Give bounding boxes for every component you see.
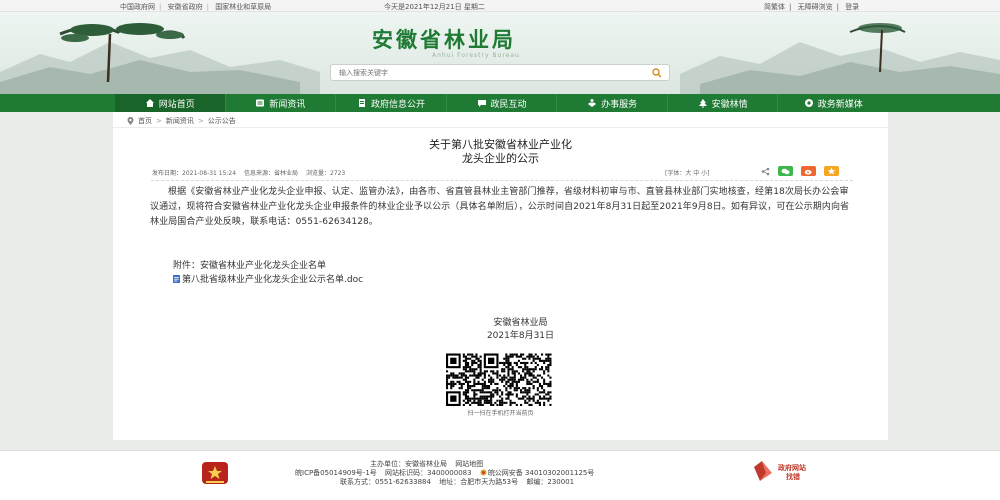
gov-site-error-report-icon[interactable]: 政府网站 找错 <box>752 459 822 483</box>
qr-code-image <box>446 353 552 406</box>
publish-date: 发布日期：2021-08-31 15:24 <box>152 170 237 177</box>
link-forestry-admin[interactable]: 国家林业和草原局 <box>215 3 271 11</box>
top-separator: | <box>159 3 162 11</box>
document-icon <box>358 99 365 107</box>
police-badge-icon <box>480 469 487 476</box>
nav-gov-info[interactable]: 政府信息公开 <box>336 94 447 112</box>
breadcrumb-separator: > <box>156 117 162 125</box>
share-bar <box>761 166 839 176</box>
search-icon[interactable] <box>652 68 662 78</box>
breadcrumb-separator: > <box>197 117 204 125</box>
main-nav: 网站首页 新闻资讯 政府信息公开 政民互动 办事服务 安徽林情 政务新媒体 <box>0 94 1000 112</box>
qr-caption: 扫一扫在手机打开当前页 <box>467 410 534 417</box>
link-simplified-traditional[interactable]: 简繁体 <box>764 3 785 11</box>
nav-new-media[interactable]: 政务新媒体 <box>778 94 888 112</box>
search-box <box>330 64 670 81</box>
attachment-filename: 第八批省级林业产业化龙头企业公示名单.doc <box>182 275 364 285</box>
footer-police-record[interactable]: 皖公网安备 34010302001125号 <box>480 469 601 477</box>
nav-home[interactable]: 网站首页 <box>115 94 226 112</box>
news-icon <box>256 99 265 107</box>
breadcrumb-notices[interactable]: 公示公告 <box>208 116 236 126</box>
breadcrumb-news[interactable]: 新闻资讯 <box>166 116 194 126</box>
site-title: 安徽省林业局 <box>372 27 516 52</box>
nav-interaction[interactable]: 政民互动 <box>447 94 558 112</box>
nav-forestry-status[interactable]: 安徽林情 <box>668 94 779 112</box>
article-panel: 关于第八批安徽省林业产业化 龙头企业的公示 发布日期：2021-08-31 15… <box>113 128 888 440</box>
breadcrumb-home[interactable]: 首页 <box>138 116 152 126</box>
footer-sitemap-link[interactable]: 网站地图 <box>455 460 483 468</box>
nav-label: 新闻资讯 <box>269 99 306 110</box>
nav-news[interactable]: 新闻资讯 <box>226 94 337 112</box>
tree-icon <box>698 99 707 108</box>
link-accessibility[interactable]: 无障碍浏览 <box>798 3 833 11</box>
nav-label: 网站首页 <box>158 99 195 110</box>
meta-divider <box>151 180 853 181</box>
nav-services[interactable]: 办事服务 <box>557 94 668 112</box>
article-title-line1: 关于第八批安徽省林业产业化 <box>429 138 572 151</box>
top-separator: | <box>789 3 792 11</box>
today-date: 今天是2021年12月21日 星期二 <box>384 3 485 11</box>
link-gov-cn[interactable]: 中国政府网 <box>120 3 155 11</box>
footer-postcode: 邮编：230001 <box>526 478 575 486</box>
search-input[interactable] <box>339 67 639 79</box>
signature-date: 2021年8月31日 <box>486 331 555 341</box>
nav-label: 安徽林情 <box>711 99 748 110</box>
link-login[interactable]: 登录 <box>845 3 859 11</box>
breadcrumb: 首页 > 新闻资讯 > 公示公告 <box>113 112 888 128</box>
top-right-links: 简繁体 | 无障碍浏览 | 登录 <box>764 2 863 12</box>
footer-icp[interactable]: 皖ICP备05014909号-1号 <box>295 469 377 477</box>
site-footer: 主办单位：安徽省林业局 网站地图 皖ICP备05014909号-1号 网站标识码… <box>0 450 1000 500</box>
article-meta: 发布日期：2021-08-31 15:24 信息来源：省林业局 浏览量：2723 <box>152 168 351 177</box>
jiucuo-line2: 找错 <box>786 472 800 481</box>
site-subtitle: Anhui Forestry Bureau <box>432 52 520 59</box>
top-separator: | <box>206 3 209 11</box>
nav-label: 办事服务 <box>601 99 638 110</box>
footer-police-text: 皖公网安备 34010302001125号 <box>487 469 595 477</box>
attachment-label: 附件：安徽省林业产业化龙头企业名单 <box>173 261 327 271</box>
article-title: 关于第八批安徽省林业产业化 龙头企业的公示 <box>113 138 888 166</box>
view-count: 浏览量：2723 <box>305 170 346 177</box>
footer-phone: 联系方式：0551-62633884 <box>340 478 431 486</box>
header-banner: 安徽省林业局 Anhui Forestry Bureau <box>0 12 1000 94</box>
nav-label: 政民互动 <box>490 99 527 110</box>
nav-label: 政府信息公开 <box>370 99 425 110</box>
top-utility-bar: 中国政府网 | 安徽省政府 | 国家林业和草原局 今天是2021年12月21日 星期… <box>0 0 1000 12</box>
service-icon <box>588 99 597 107</box>
chat-icon <box>477 100 486 107</box>
share-icon[interactable] <box>761 167 770 176</box>
top-links: 中国政府网 | 安徽省政府 | 国家林业和草原局 <box>120 2 275 12</box>
footer-line3: 联系方式：0551-62633884 地址：合肥市天为路53号 邮编：23000… <box>340 477 580 487</box>
wechat-share-icon[interactable] <box>778 166 793 176</box>
top-separator: | <box>836 3 839 11</box>
location-pin-icon <box>127 117 134 125</box>
attachment-link[interactable]: 第八批省级林业产业化龙头企业公示名单.doc <box>173 272 363 285</box>
signature-org: 安徽省林业局 <box>493 318 548 328</box>
nav-label: 政务新媒体 <box>817 99 863 110</box>
font-size-switcher[interactable]: [字体：大 中 小] <box>665 168 710 177</box>
qzone-share-icon[interactable] <box>824 166 839 176</box>
article-body: 根据《安徽省林业产业化龙头企业申报、认定、监管办法》，由各市、省直管县林业主管部… <box>150 187 850 228</box>
party-government-emblem-icon[interactable] <box>200 458 230 488</box>
info-source: 信息来源：省林业局 <box>244 170 299 177</box>
footer-site-code: 网站标识码：3400000083 <box>385 469 472 477</box>
jiucuo-line1: 政府网站 <box>778 463 806 472</box>
weibo-share-icon[interactable] <box>801 166 816 176</box>
footer-sponsor: 主办单位：安徽省林业局 <box>370 460 447 468</box>
footer-address: 地址：合肥市天为路53号 <box>439 478 519 486</box>
doc-file-icon <box>173 274 180 283</box>
home-icon <box>145 99 154 107</box>
article-title-line2: 龙头企业的公示 <box>462 152 539 165</box>
media-icon <box>804 99 813 107</box>
link-anhui-gov[interactable]: 安徽省政府 <box>168 3 203 11</box>
